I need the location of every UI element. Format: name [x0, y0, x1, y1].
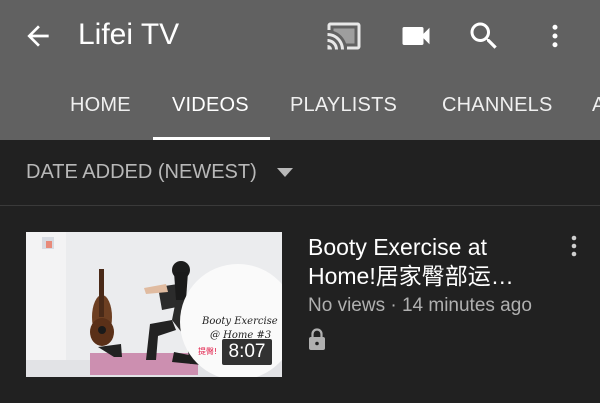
tab-videos[interactable]: VIDEOS	[172, 72, 249, 140]
back-arrow-icon[interactable]	[22, 20, 54, 52]
video-more-vert-icon[interactable]	[566, 234, 582, 258]
tab-channels[interactable]: CHANNELS	[442, 72, 553, 140]
search-icon[interactable]	[466, 18, 502, 54]
video-title-line2: Home!居家臀部运…	[308, 263, 514, 289]
app-bar: Lifei TV HOME VIDEOS PLAYLISTS CHANNELS …	[0, 0, 600, 140]
lock-icon	[309, 328, 325, 350]
dropdown-arrow-icon[interactable]	[277, 168, 293, 178]
cast-icon[interactable]	[324, 18, 364, 54]
more-vert-icon[interactable]	[540, 18, 570, 54]
thumbnail-text-line1: Booty Exercise	[201, 316, 278, 327]
video-duration-badge: 8:07	[222, 339, 272, 365]
video-title[interactable]: Booty Exercise at Home!居家臀部运…	[308, 233, 558, 291]
tab-playlists[interactable]: PLAYLISTS	[290, 72, 397, 140]
sort-dropdown-label[interactable]: DATE ADDED (NEWEST)	[26, 161, 257, 184]
video-camera-icon[interactable]	[398, 18, 434, 54]
tab-about-partial[interactable]: A	[592, 72, 600, 140]
top-bar: Lifei TV	[0, 0, 600, 72]
video-meta: No views · 14 minutes ago	[308, 295, 532, 316]
video-title-line1: Booty Exercise at	[308, 234, 487, 260]
thumbnail-badge-text: 提臀!	[198, 346, 217, 356]
tab-home[interactable]: HOME	[70, 72, 131, 140]
channel-tabs: HOME VIDEOS PLAYLISTS CHANNELS A	[0, 72, 600, 140]
channel-title: Lifei TV	[78, 18, 180, 51]
sort-bar[interactable]: DATE ADDED (NEWEST)	[0, 140, 600, 206]
